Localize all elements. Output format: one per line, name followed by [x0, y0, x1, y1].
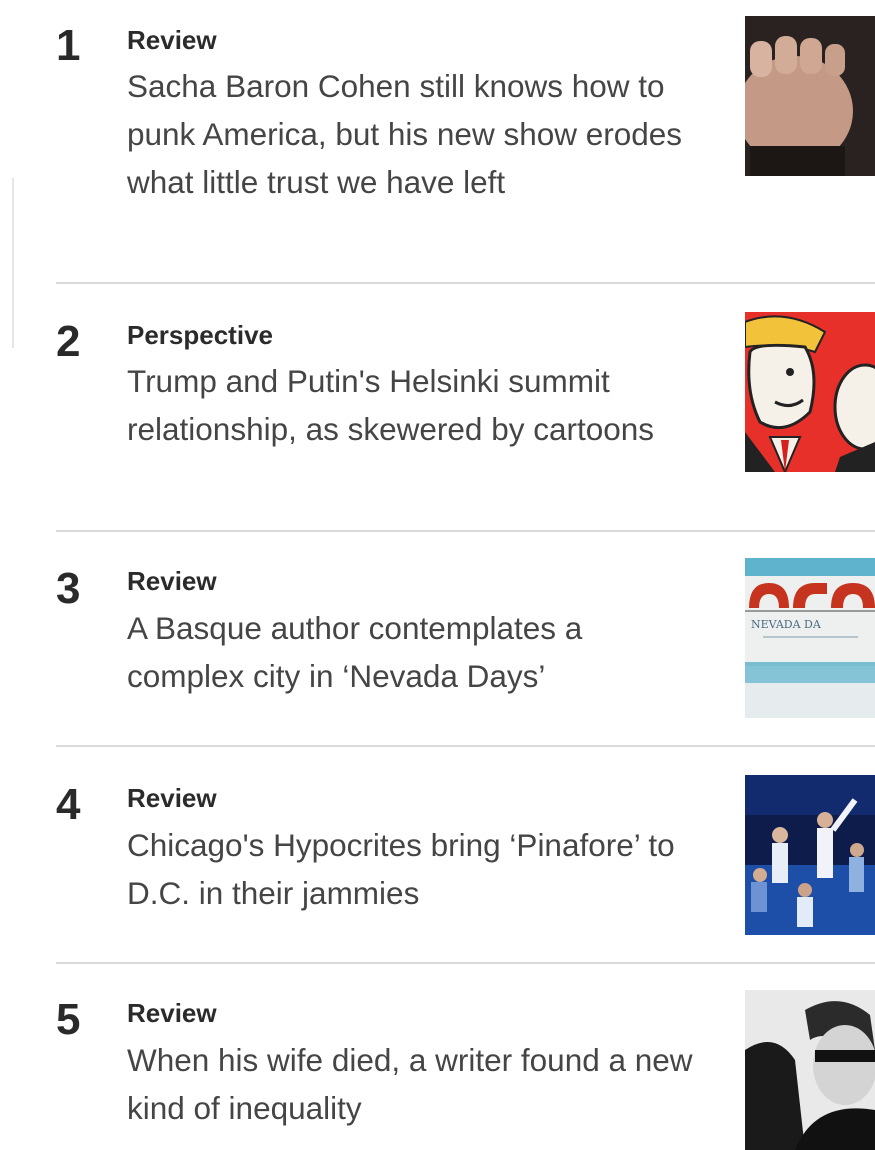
- rank-number: 2: [56, 317, 81, 366]
- cartoon-illustration-icon[interactable]: [745, 312, 875, 472]
- kicker-label: Review: [127, 25, 217, 55]
- headline-link[interactable]: Chicago's Hypocrites bring ‘Pinafore’ to…: [127, 821, 707, 917]
- headline-link[interactable]: When his wife died, a writer found a new…: [127, 1036, 707, 1132]
- book-cover-icon[interactable]: NEVADA DA: [745, 558, 875, 718]
- rank-number: 4: [56, 780, 81, 829]
- author-portrait-photo-icon[interactable]: [745, 990, 875, 1150]
- headline-link[interactable]: Trump and Putin's Helsinki summit relati…: [127, 357, 707, 453]
- headline-link[interactable]: A Basque author contemplates a complex c…: [127, 604, 707, 700]
- fist-photo-icon[interactable]: [745, 16, 875, 176]
- rank-number: 5: [56, 995, 81, 1044]
- headline-link[interactable]: Sacha Baron Cohen still knows how to pun…: [127, 62, 707, 206]
- rank-number: 3: [56, 564, 81, 613]
- book-cover-title: NEVADA DA: [751, 618, 822, 631]
- kicker-label: Review: [127, 566, 217, 596]
- kicker-label: Review: [127, 998, 217, 1028]
- divider: [56, 282, 875, 284]
- section-left-rule: [12, 178, 14, 348]
- kicker-label: Perspective: [127, 320, 273, 350]
- divider: [56, 530, 875, 532]
- rank-number: 1: [56, 21, 81, 70]
- stage-performance-photo-icon[interactable]: [745, 775, 875, 935]
- divider: [56, 745, 875, 747]
- divider: [56, 962, 875, 964]
- kicker-label: Review: [127, 783, 217, 813]
